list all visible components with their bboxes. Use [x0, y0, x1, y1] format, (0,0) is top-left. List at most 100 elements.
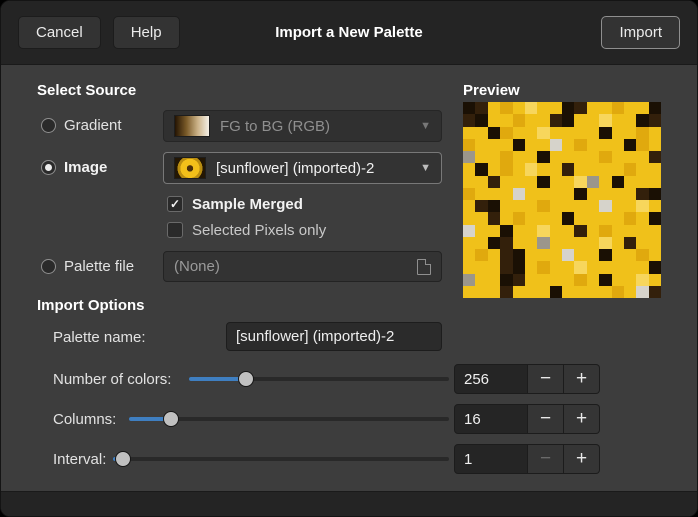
number-of-colors-value[interactable]: 256 [454, 364, 528, 394]
gradient-radio-label[interactable]: Gradient [64, 117, 122, 134]
preview-cell [537, 274, 549, 286]
preview-cell [649, 139, 661, 151]
interval-slider[interactable] [113, 444, 449, 474]
preview-cell [574, 286, 586, 298]
preview-cell [513, 225, 525, 237]
preview-cell [475, 151, 487, 163]
slider-thumb[interactable] [163, 411, 179, 427]
columns-value[interactable]: 16 [454, 404, 528, 434]
preview-cell [612, 237, 624, 249]
preview-cell [513, 188, 525, 200]
preview-cell [587, 139, 599, 151]
preview-cell [525, 176, 537, 188]
preview-cell [463, 249, 475, 261]
preview-cell [649, 237, 661, 249]
slider-thumb[interactable] [115, 451, 131, 467]
preview-cell [488, 237, 500, 249]
preview-cell [624, 286, 636, 298]
sample-merged-label[interactable]: Sample Merged [192, 196, 303, 213]
palette-file-radio[interactable] [41, 259, 56, 274]
image-radio-label[interactable]: Image [64, 159, 107, 176]
preview-cell [488, 151, 500, 163]
gradient-dropdown-value: FG to BG (RGB) [220, 118, 414, 135]
preview-cell [488, 249, 500, 261]
preview-cell [475, 225, 487, 237]
preview-cell [587, 225, 599, 237]
preview-cell [587, 114, 599, 126]
preview-cell [488, 200, 500, 212]
preview-cell [612, 127, 624, 139]
palette-file-value: (None) [174, 258, 417, 275]
preview-cell [624, 212, 636, 224]
preview-cell [513, 274, 525, 286]
preview-cell [525, 139, 537, 151]
preview-cell [550, 286, 562, 298]
dialog-content: Select Source Gradient FG to BG (RGB) ▼ … [1, 65, 697, 491]
interval-value[interactable]: 1 [454, 444, 528, 474]
preview-cell [612, 261, 624, 273]
preview-cell [513, 249, 525, 261]
preview-cell [599, 261, 611, 273]
preview-cell [513, 127, 525, 139]
preview-cell [562, 274, 574, 286]
preview-cell [636, 114, 648, 126]
titlebar: Import a New Palette Cancel Help Import [1, 1, 697, 65]
palette-file-chooser[interactable]: (None) [163, 251, 442, 282]
preview-cell [475, 188, 487, 200]
preview-cell [612, 212, 624, 224]
preview-cell [537, 225, 549, 237]
preview-cell [513, 139, 525, 151]
number-of-colors-minus-button[interactable]: − [528, 364, 564, 394]
preview-cell [562, 225, 574, 237]
gradient-radio[interactable] [41, 118, 56, 133]
preview-cell [463, 237, 475, 249]
preview-cell [612, 151, 624, 163]
preview-cell [537, 286, 549, 298]
preview-cell [550, 274, 562, 286]
preview-cell [574, 200, 586, 212]
preview-cell [463, 102, 475, 114]
preview-cell [587, 151, 599, 163]
preview-cell [537, 261, 549, 273]
columns-minus-button[interactable]: − [528, 404, 564, 434]
preview-cell [624, 176, 636, 188]
cancel-button[interactable]: Cancel [18, 16, 101, 49]
interval-minus-button[interactable]: − [528, 444, 564, 474]
preview-cell [550, 151, 562, 163]
preview-cell [649, 151, 661, 163]
preview-cell [574, 188, 586, 200]
preview-cell [599, 139, 611, 151]
preview-cell [463, 114, 475, 126]
columns-slider[interactable] [129, 404, 449, 434]
slider-thumb[interactable] [238, 371, 254, 387]
preview-cell [463, 127, 475, 139]
image-dropdown[interactable]: [sunflower] (imported)-2 ▼ [163, 152, 442, 184]
number-of-colors-slider[interactable] [189, 364, 449, 394]
preview-cell [513, 163, 525, 175]
image-radio[interactable] [41, 160, 56, 175]
help-button[interactable]: Help [113, 16, 180, 49]
preview-cell [649, 114, 661, 126]
select-source-heading: Select Source [37, 82, 136, 99]
number-of-colors-plus-button[interactable]: + [564, 364, 600, 394]
palette-file-radio-label[interactable]: Palette file [64, 258, 134, 275]
sample-merged-checkbox[interactable]: ✓ [167, 196, 183, 212]
palette-name-input[interactable]: [sunflower] (imported)-2 [226, 322, 442, 351]
preview-cell [636, 212, 648, 224]
preview-cell [550, 114, 562, 126]
preview-cell [599, 188, 611, 200]
columns-plus-button[interactable]: + [564, 404, 600, 434]
preview-cell [463, 176, 475, 188]
preview-cell [599, 151, 611, 163]
preview-cell [475, 212, 487, 224]
preview-cell [574, 127, 586, 139]
import-button[interactable]: Import [601, 16, 680, 49]
interval-plus-button[interactable]: + [564, 444, 600, 474]
gradient-dropdown[interactable]: FG to BG (RGB) ▼ [163, 110, 442, 142]
selected-pixels-label[interactable]: Selected Pixels only [192, 222, 326, 239]
preview-cell [488, 225, 500, 237]
preview-cell [612, 139, 624, 151]
preview-cell [612, 114, 624, 126]
preview-cell [475, 127, 487, 139]
selected-pixels-checkbox[interactable] [167, 222, 183, 238]
